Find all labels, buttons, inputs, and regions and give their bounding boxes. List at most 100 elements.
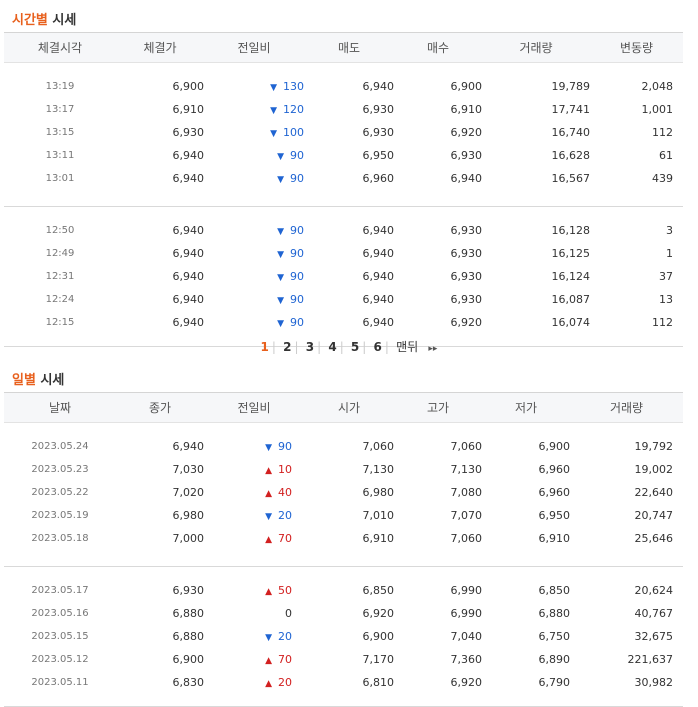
price-cell: 6,940: [116, 288, 205, 311]
table-row: 13:19 6,900 ▼ 130 6,940 6,900 19,789 2,048: [4, 75, 683, 98]
price-cell: 6,940: [116, 219, 205, 242]
change-value: 120: [283, 103, 304, 116]
page-link-2[interactable]: 2: [280, 340, 294, 354]
delta-cell: 1,001: [590, 98, 683, 121]
high-cell: 7,060: [394, 435, 483, 458]
volume-cell-text: 16,740: [551, 126, 591, 139]
down-arrow-icon: ▼: [270, 83, 277, 93]
down-arrow-icon: ▼: [277, 273, 284, 283]
date-cell-text: 2023.05.22: [31, 487, 89, 498]
close-cell: 7,030: [116, 458, 205, 481]
volume-cell-text: 16,128: [551, 224, 591, 237]
table-row: 12:24 6,940 ▼ 90 6,940 6,930 16,087 13: [4, 288, 683, 311]
delta-cell-text: 61: [659, 149, 673, 162]
low-cell: 6,910: [482, 527, 571, 550]
change-cell: ▼ 120: [204, 98, 304, 121]
date-cell: 2023.05.23: [4, 458, 116, 481]
change-cell: ▼ 90: [204, 167, 304, 190]
high-cell-text: 7,040: [450, 630, 483, 643]
price-cell-text: 6,900: [172, 80, 205, 93]
volume-cell-text: 16,124: [551, 270, 591, 283]
price-cell: 6,910: [116, 98, 205, 121]
ask-cell: 6,940: [304, 242, 395, 265]
ask-cell-text: 6,940: [362, 247, 395, 260]
open-cell: 6,920: [304, 602, 395, 625]
time-cell-text: 13:11: [45, 150, 75, 161]
open-cell-text: 6,980: [362, 486, 395, 499]
ask-cell-text: 6,960: [362, 172, 395, 185]
time-cell-text: 12:50: [45, 225, 75, 236]
change-cell: ▼ 90: [204, 242, 304, 265]
change-value: 50: [278, 584, 292, 597]
down-arrow-icon: ▼: [277, 319, 284, 329]
time-cell: 13:17: [4, 98, 116, 121]
down-arrow-icon: ▼: [270, 106, 277, 116]
change-value: 10: [278, 463, 292, 476]
high-cell: 7,040: [394, 625, 483, 648]
date-cell-text: 2023.05.15: [31, 631, 89, 642]
time-cell-text: 12:15: [45, 317, 75, 328]
change-cell: ▼ 90: [204, 435, 304, 458]
volume-cell: 221,637: [570, 648, 683, 671]
delta-cell: 61: [590, 144, 683, 167]
table-row: 2023.05.15 6,880 ▼ 20 6,900 7,040 6,750 32,675: [4, 625, 683, 648]
delta-cell-text: 13: [659, 293, 673, 306]
down-arrow-icon: ▼: [277, 152, 284, 162]
page-link-4[interactable]: 4: [325, 340, 339, 354]
close-cell-text: 7,020: [172, 486, 205, 499]
date-cell-text: 2023.05.16: [31, 608, 89, 619]
change-cell: ▼ 20: [204, 625, 304, 648]
price-cell: 6,940: [116, 265, 205, 288]
high-cell: 7,130: [394, 458, 483, 481]
delta-cell: 112: [590, 311, 683, 334]
open-cell-text: 7,170: [362, 653, 395, 666]
delta-cell: 13: [590, 288, 683, 311]
bid-cell-text: 6,940: [450, 172, 483, 185]
time-cell: 13:01: [4, 167, 116, 190]
high-cell-text: 6,920: [450, 676, 483, 689]
ask-cell-text: 6,940: [362, 224, 395, 237]
volume-cell: 16,740: [482, 121, 591, 144]
page-link-1[interactable]: 1: [258, 340, 272, 354]
down-arrow-icon: ▼: [265, 633, 272, 643]
ask-cell-text: 6,950: [362, 149, 395, 162]
page-link-3[interactable]: 3: [303, 340, 317, 354]
bid-cell-text: 6,910: [450, 103, 483, 116]
volume-cell-text: 16,628: [551, 149, 591, 162]
open-cell-text: 6,850: [362, 584, 395, 597]
high-cell: 7,060: [394, 527, 483, 550]
change-cell: ▼ 130: [204, 75, 304, 98]
page-link-6[interactable]: 6: [371, 340, 385, 354]
high-cell-text: 7,060: [450, 440, 483, 453]
price-cell-text: 6,940: [172, 316, 205, 329]
delta-cell: 1: [590, 242, 683, 265]
time-cell-text: 12:49: [45, 248, 75, 259]
volume-cell-text: 19,002: [634, 463, 674, 476]
change-cell: ▼ 100: [204, 121, 304, 144]
down-arrow-icon: ▼: [277, 250, 284, 260]
low-cell-text: 6,950: [538, 509, 571, 522]
change-cell: ▲ 70: [204, 648, 304, 671]
low-cell: 6,750: [482, 625, 571, 648]
volume-cell-text: 25,646: [634, 532, 674, 545]
change-cell: ▲ 40: [204, 481, 304, 504]
open-cell-text: 7,130: [362, 463, 395, 476]
down-arrow-icon: ▼: [277, 296, 284, 306]
table-row: 2023.05.22 7,020 ▲ 40 6,980 7,080 6,960 22,640: [4, 481, 683, 504]
volume-cell: 19,002: [570, 458, 683, 481]
low-cell: 6,960: [482, 481, 571, 504]
high-cell-text: 7,130: [450, 463, 483, 476]
time-cell-text: 12:24: [45, 294, 75, 305]
last-page-link[interactable]: 맨뒤: [393, 338, 421, 355]
change-cell: ▼ 90: [204, 219, 304, 242]
page-link-5[interactable]: 5: [348, 340, 362, 354]
spacer-row: [4, 423, 683, 436]
table-header-row: 체결시각 체결가 전일비 매도 매수 거래량 변동량: [4, 32, 683, 63]
spacer-row: [4, 63, 683, 76]
close-cell-text: 6,830: [172, 676, 205, 689]
low-cell: 6,950: [482, 504, 571, 527]
close-cell-text: 6,940: [172, 440, 205, 453]
down-arrow-icon: ▼: [265, 443, 272, 453]
next-page-icon[interactable]: ▸▸: [425, 344, 440, 354]
bid-cell: 6,930: [394, 219, 483, 242]
